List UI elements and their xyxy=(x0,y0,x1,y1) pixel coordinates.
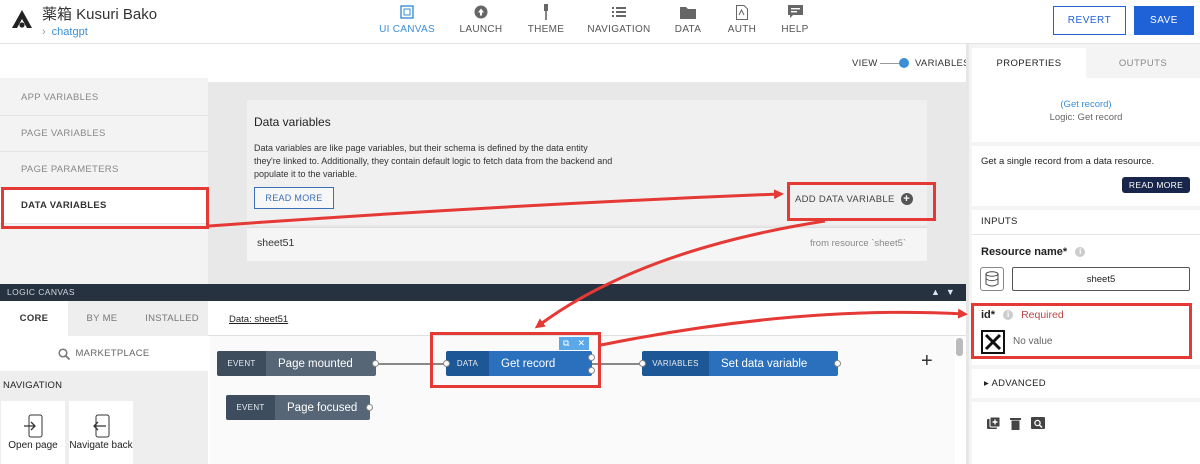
breadcrumb[interactable]: › chatgpt xyxy=(42,26,88,38)
sidebar-item-app-variables[interactable]: APP VARIABLES xyxy=(0,80,208,116)
app-title: 薬箱 Kusuri Bako xyxy=(42,6,158,23)
data-variables-title: Data variables xyxy=(254,115,331,129)
nav-help[interactable]: HELP xyxy=(760,2,830,35)
node-tag: EVENT xyxy=(217,351,266,376)
node-info-card xyxy=(972,78,1200,142)
navigate-back-label: Navigate back xyxy=(69,440,133,451)
open-page-icon xyxy=(23,414,43,438)
nav-label: HELP xyxy=(781,24,809,35)
sidebar-item-page-variables[interactable]: PAGE VARIABLES xyxy=(0,116,208,152)
ui-canvas-icon xyxy=(372,2,442,22)
toggle-knob[interactable] xyxy=(899,58,909,68)
nav-launch[interactable]: LAUNCH xyxy=(446,2,516,35)
variables-label: VARIABLES xyxy=(915,58,970,69)
node-name: Page mounted xyxy=(266,351,376,376)
node-page-mounted[interactable]: EVENT Page mounted xyxy=(217,351,376,376)
marketplace-button[interactable]: MARKETPLACE xyxy=(0,336,208,371)
help-chat-icon xyxy=(760,2,830,22)
annotation-box-get-record xyxy=(430,332,601,388)
output-port[interactable] xyxy=(372,360,379,367)
data-variables-description: Data variables are like page variables, … xyxy=(254,143,613,179)
advanced-label: ADVANCED xyxy=(991,378,1046,389)
view-label: VIEW xyxy=(852,58,878,69)
sidebar-spacer xyxy=(0,44,208,78)
tab-by-me[interactable]: BY ME xyxy=(68,301,136,336)
breadcrumb-item[interactable]: chatgpt xyxy=(52,26,88,38)
divider xyxy=(972,234,1200,235)
input-port[interactable] xyxy=(639,360,646,367)
theme-brush-icon xyxy=(511,2,581,22)
data-variable-name: sheet51 xyxy=(257,237,295,249)
nav-label: THEME xyxy=(527,24,565,35)
node-set-data-variable[interactable]: VARIABLES Set data variable xyxy=(642,351,838,376)
output-port[interactable] xyxy=(366,404,373,411)
inputs-header: INPUTS xyxy=(981,216,1018,227)
node-tag: EVENT xyxy=(226,395,275,420)
scrollbar[interactable] xyxy=(956,338,963,356)
actions-card xyxy=(972,402,1200,464)
navigate-back-node[interactable]: Navigate back xyxy=(69,401,133,464)
resource-name-field[interactable]: sheet5 xyxy=(1012,267,1190,291)
launch-icon xyxy=(446,2,516,22)
output-port[interactable] xyxy=(834,360,841,367)
trash-icon[interactable] xyxy=(1010,417,1021,430)
resource-label-text: Resource name* xyxy=(981,246,1068,258)
description-card xyxy=(972,146,1200,206)
node-name: Set data variable xyxy=(709,351,838,376)
node-actions xyxy=(987,417,1045,430)
info-icon[interactable]: i xyxy=(1075,247,1086,257)
logic-canvas-title[interactable]: Data: sheet51 xyxy=(229,314,288,325)
search-icon xyxy=(58,347,71,360)
open-page-label: Open page xyxy=(8,440,58,451)
tab-properties[interactable]: PROPERTIES xyxy=(972,48,1086,78)
preview-icon[interactable] xyxy=(1031,417,1045,430)
revert-button[interactable]: REVERT xyxy=(1053,6,1126,35)
resource-name-label: Resource name* i xyxy=(981,246,1086,258)
read-more-button[interactable]: READ MORE xyxy=(254,187,334,209)
open-page-node[interactable]: Open page xyxy=(1,401,65,464)
read-more-button[interactable]: READ MORE xyxy=(1122,177,1190,193)
navigate-back-icon xyxy=(91,414,111,438)
logic-canvas-bar xyxy=(0,284,968,301)
node-subtitle: Logic: Get record xyxy=(1049,112,1123,123)
node-page-focused[interactable]: EVENT Page focused xyxy=(226,395,370,420)
node-tag: VARIABLES xyxy=(642,351,709,376)
node-link[interactable]: (Get record) xyxy=(972,99,1200,110)
node-description: Get a single record from a data resource… xyxy=(981,156,1155,167)
annotation-box-add-data-variable xyxy=(787,182,936,221)
tab-core[interactable]: CORE xyxy=(0,301,68,336)
add-icon[interactable] xyxy=(987,417,1000,430)
logic-canvas-label: LOGIC CANVAS xyxy=(7,287,75,297)
app-logo-icon[interactable] xyxy=(10,8,34,30)
nav-label: NAVIGATION xyxy=(587,24,651,35)
sidebar-item-page-parameters[interactable]: PAGE PARAMETERS xyxy=(0,152,208,188)
save-button[interactable]: SAVE xyxy=(1134,6,1194,35)
annotation-box-id-field xyxy=(971,303,1192,359)
tab-installed[interactable]: INSTALLED xyxy=(136,301,208,336)
nav-navigation[interactable]: NAVIGATION xyxy=(584,2,654,35)
node-name: Page focused xyxy=(275,395,370,420)
advanced-toggle[interactable]: ▸ ADVANCED xyxy=(984,378,1046,389)
nav-ui-canvas[interactable]: UI CANVAS xyxy=(372,2,442,35)
marketplace-label: MARKETPLACE xyxy=(75,348,150,359)
navigation-header: NAVIGATION xyxy=(0,371,208,399)
add-node-icon[interactable]: + xyxy=(921,350,933,373)
chevron-right-icon: › xyxy=(42,26,46,38)
tab-outputs[interactable]: OUTPUTS xyxy=(1086,48,1200,78)
database-icon[interactable] xyxy=(980,267,1004,291)
nav-label: UI CANVAS xyxy=(379,24,435,35)
collapse-expand-icon[interactable]: ▲▼ xyxy=(931,287,961,297)
annotation-box-data-variables xyxy=(1,187,209,229)
nav-label: LAUNCH xyxy=(459,24,503,35)
navigation-list-icon xyxy=(584,2,654,22)
data-variable-source: from resource `sheet5` xyxy=(810,238,907,249)
nav-theme[interactable]: THEME xyxy=(511,2,581,35)
